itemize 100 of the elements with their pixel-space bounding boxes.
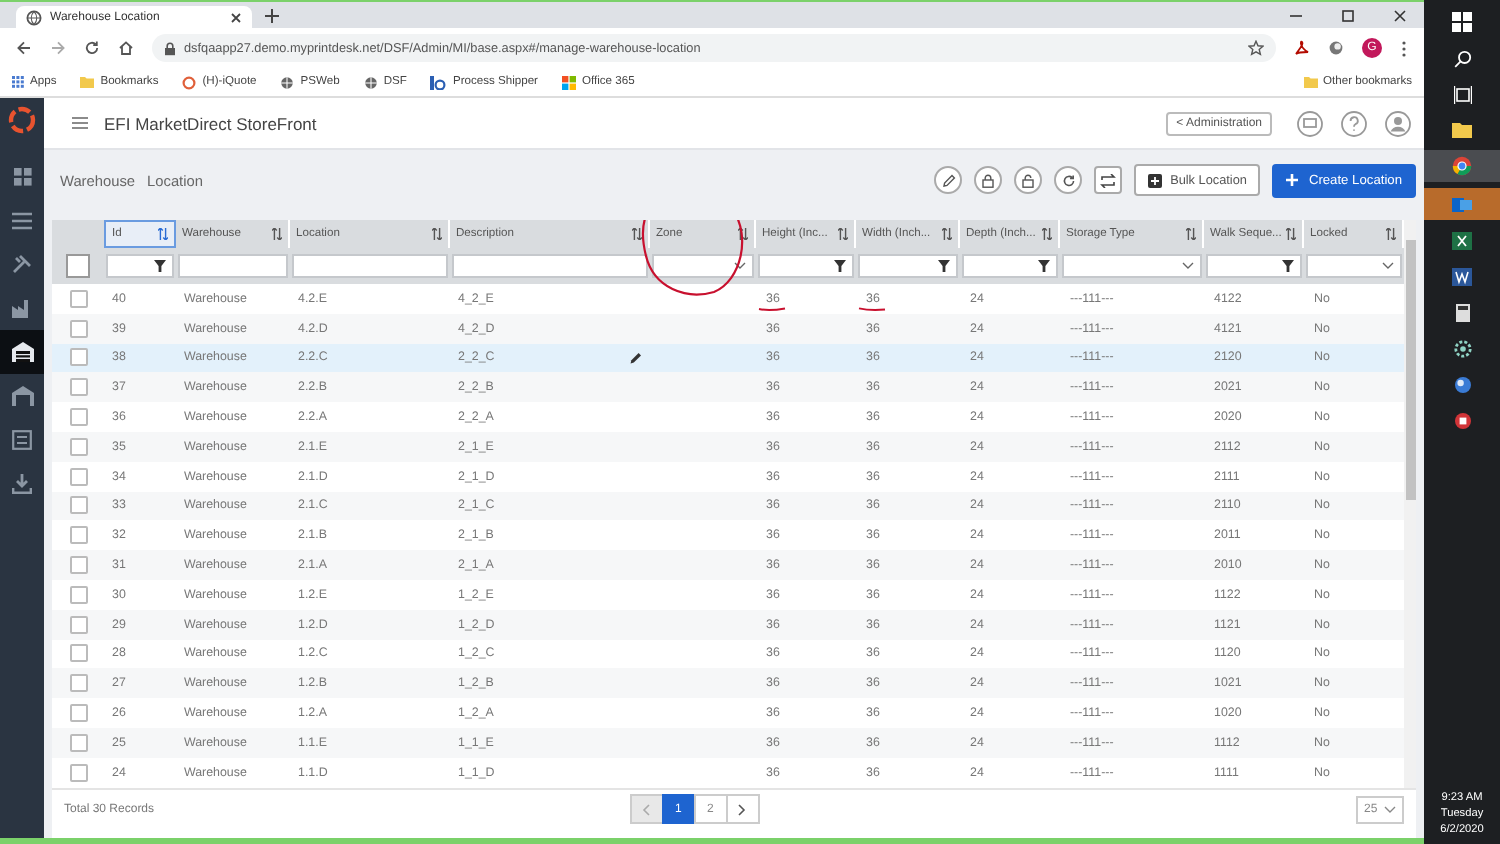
row-checkbox[interactable] — [69, 763, 87, 782]
toolbar-button[interactable] — [1094, 166, 1123, 194]
document-icon[interactable] — [1452, 268, 1472, 286]
filter-field[interactable] — [106, 254, 174, 278]
row-checkbox[interactable] — [69, 733, 87, 752]
row-checkbox[interactable] — [69, 615, 87, 634]
row-checkbox[interactable] — [69, 585, 87, 604]
chevron-left-icon — [642, 803, 651, 815]
app-title: EFI MarketDirect StoreFront — [104, 113, 317, 133]
row-checkbox[interactable] — [69, 496, 87, 515]
sort-icon — [838, 228, 848, 240]
toolbar-button[interactable] — [1014, 166, 1043, 194]
row-checkbox[interactable] — [69, 348, 87, 367]
spreadsheet-icon[interactable] — [1452, 232, 1472, 250]
ring-logo-icon[interactable] — [8, 106, 36, 134]
star-icon[interactable] — [1248, 40, 1264, 56]
row-checkbox[interactable] — [69, 319, 87, 338]
filter-field[interactable] — [292, 254, 448, 278]
folder-icon[interactable] — [1452, 122, 1472, 138]
toolbar-button[interactable] — [934, 166, 963, 194]
tools-icon — [12, 254, 32, 274]
extension-icon[interactable] — [1328, 40, 1344, 56]
swap-icon — [1100, 173, 1117, 187]
list-icon — [12, 211, 32, 229]
folder-icon — [80, 76, 95, 88]
mail-icon — [1452, 195, 1472, 213]
row-checkbox[interactable] — [69, 556, 87, 575]
windows-logo-icon[interactable] — [1452, 12, 1472, 32]
menu-icon[interactable] — [1400, 39, 1408, 57]
chevron-down-icon — [1382, 262, 1394, 270]
previous-page-button[interactable] — [629, 794, 664, 824]
reload-icon[interactable] — [84, 40, 100, 56]
row-checkbox[interactable] — [69, 437, 87, 456]
row-checkbox[interactable] — [69, 644, 87, 663]
chevron-down-icon — [734, 262, 746, 270]
sort-icon — [738, 228, 748, 240]
support-icon[interactable] — [1296, 109, 1324, 137]
user-icon[interactable] — [1384, 109, 1412, 137]
taskbar-app[interactable] — [1424, 150, 1500, 182]
board-icon — [12, 430, 32, 450]
next-page-button[interactable] — [725, 794, 760, 824]
row-checkbox[interactable] — [69, 289, 87, 308]
row-checkbox[interactable] — [69, 526, 87, 545]
ring-icon — [182, 75, 197, 89]
annotation-underline — [858, 306, 886, 312]
filter-field[interactable] — [758, 254, 854, 278]
globe-icon — [363, 75, 378, 89]
filter-field[interactable] — [1206, 254, 1302, 278]
row-checkbox[interactable] — [69, 408, 87, 427]
gear-icon[interactable] — [1453, 340, 1471, 358]
sidebar-item[interactable] — [0, 330, 44, 374]
filter-field[interactable] — [858, 254, 958, 278]
globe-icon — [280, 75, 295, 89]
filter-icon — [834, 260, 846, 272]
row-checkbox[interactable] — [69, 378, 87, 397]
search-icon[interactable] — [1453, 50, 1471, 68]
forward-icon[interactable] — [50, 40, 66, 56]
calculator-icon[interactable] — [1455, 304, 1469, 322]
close-icon[interactable] — [230, 11, 242, 23]
toolbar-button[interactable] — [1054, 166, 1083, 194]
sort-icon — [158, 228, 168, 240]
annotation-underline — [758, 306, 786, 312]
close-icon[interactable] — [1392, 7, 1408, 23]
edit-icon[interactable] — [630, 351, 642, 364]
sort-icon — [632, 228, 642, 240]
chevron-down-icon — [1384, 805, 1396, 813]
row-checkbox[interactable] — [69, 674, 87, 693]
garage-icon — [11, 386, 33, 406]
back-icon[interactable] — [16, 40, 32, 56]
app-icon[interactable] — [1453, 412, 1471, 430]
lock-icon — [1022, 173, 1035, 187]
filter-field[interactable] — [962, 254, 1058, 278]
filter-icon — [1282, 260, 1294, 272]
sort-icon — [1386, 228, 1396, 240]
maximize-icon[interactable] — [1340, 7, 1356, 23]
sort-icon — [1186, 228, 1196, 240]
factory-icon — [12, 298, 32, 318]
warehouse-icon — [11, 342, 33, 362]
chevron-right-icon — [738, 803, 747, 815]
filter-field[interactable] — [452, 254, 648, 278]
new-tab-icon[interactable] — [264, 7, 280, 23]
globe-icon[interactable] — [1453, 376, 1471, 394]
row-checkbox[interactable] — [69, 467, 87, 486]
menu-icon[interactable] — [72, 116, 88, 130]
home-icon[interactable] — [118, 40, 134, 56]
toolbar-button[interactable] — [974, 166, 1003, 194]
chevron-down-icon — [1182, 262, 1194, 270]
select-all-checkbox[interactable] — [66, 254, 90, 278]
task-view-icon[interactable] — [1453, 86, 1471, 104]
filter-field[interactable] — [178, 254, 288, 278]
pdf-icon[interactable] — [1294, 40, 1310, 56]
plus-square-icon — [1148, 173, 1163, 187]
help-icon[interactable] — [1340, 109, 1368, 137]
sort-icon — [272, 228, 282, 240]
filter-dropdown[interactable] — [652, 254, 754, 278]
apps-grid-icon — [12, 76, 24, 88]
refresh-icon — [1061, 173, 1076, 187]
row-checkbox[interactable] — [69, 704, 87, 723]
lock-icon — [982, 173, 995, 187]
lock-icon — [164, 41, 176, 55]
